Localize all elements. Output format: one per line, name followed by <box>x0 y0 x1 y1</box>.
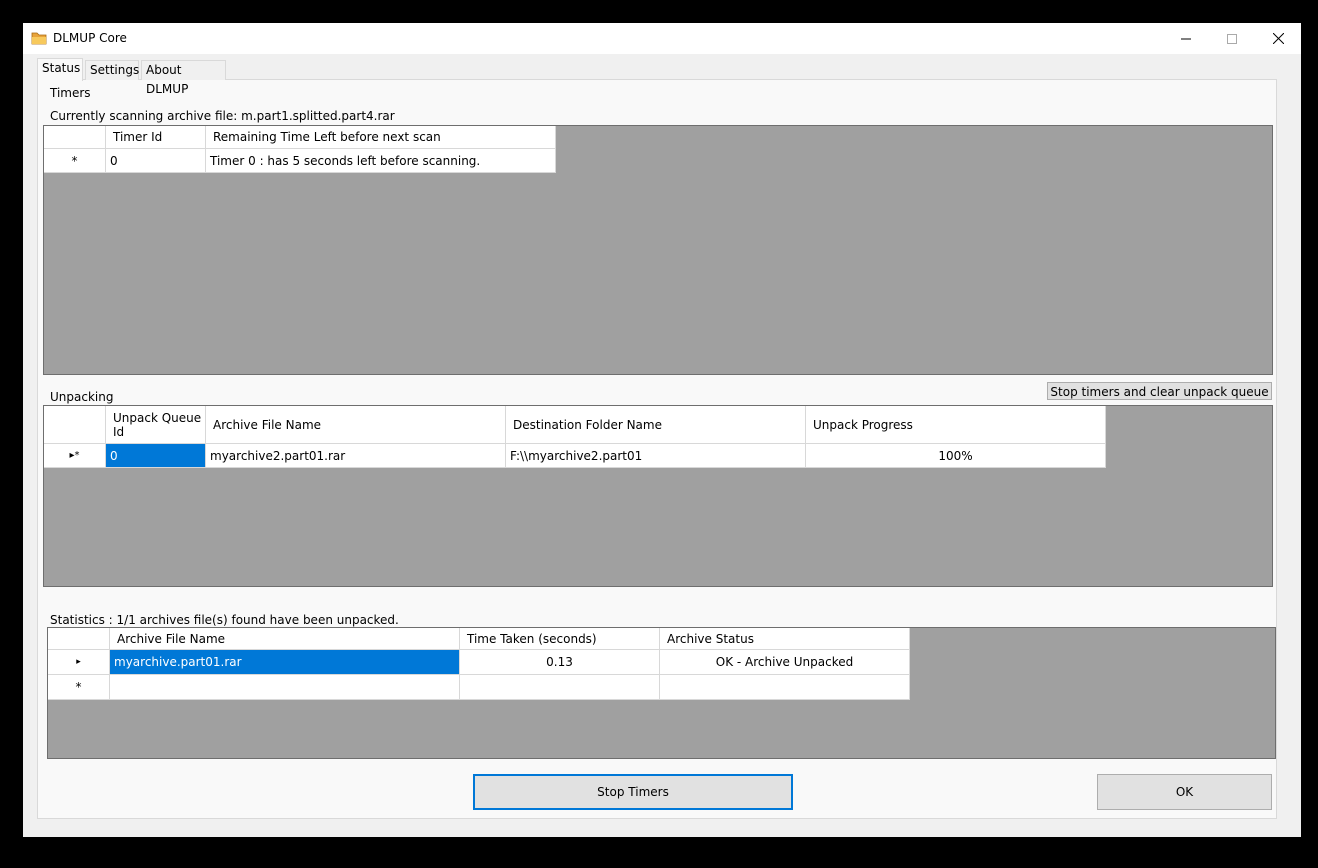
archive-file-cell[interactable]: myarchive2.part01.rar <box>206 444 506 468</box>
title-bar: DLMUP Core <box>23 23 1301 54</box>
statistics-grid[interactable]: Archive File Name Time Taken (seconds) A… <box>47 627 1276 759</box>
column-header[interactable]: Time Taken (seconds) <box>460 628 660 650</box>
unpacking-group-label: Unpacking <box>50 390 114 404</box>
folder-icon <box>31 31 47 45</box>
row-header-current[interactable]: ▸* <box>44 444 106 468</box>
unpack-progress-cell[interactable]: 100% <box>806 444 1106 468</box>
row-header-current[interactable]: ▸ <box>48 650 110 675</box>
tab-settings[interactable]: Settings <box>85 60 139 80</box>
ok-button[interactable]: OK <box>1097 774 1272 810</box>
unpacking-grid[interactable]: Unpack Queue Id Archive File Name Destin… <box>43 405 1273 587</box>
archive-file-cell[interactable] <box>110 675 460 700</box>
archive-status-cell[interactable] <box>660 675 910 700</box>
window-title: DLMUP Core <box>53 31 127 45</box>
close-button[interactable] <box>1255 23 1301 54</box>
minimize-icon <box>1181 38 1191 39</box>
maximize-button[interactable] <box>1209 23 1255 54</box>
timers-group-label: Timers <box>50 86 91 100</box>
archive-status-cell[interactable]: OK - Archive Unpacked <box>660 650 910 675</box>
tab-status[interactable]: Status <box>37 58 83 81</box>
remaining-time-cell[interactable]: Timer 0 : has 5 seconds left before scan… <box>206 149 556 173</box>
column-header[interactable]: Archive Status <box>660 628 910 650</box>
archive-file-cell[interactable]: myarchive.part01.rar <box>110 650 460 675</box>
timers-grid[interactable]: Timer Id Remaining Time Left before next… <box>43 125 1273 375</box>
close-icon <box>1272 33 1284 44</box>
row-header-new[interactable]: * <box>44 149 106 173</box>
row-header-new[interactable]: * <box>48 675 110 700</box>
stop-timers-button-label: Stop Timers <box>597 785 669 799</box>
destination-folder-cell[interactable]: F:\\myarchive2.part01 <box>506 444 806 468</box>
main-window: DLMUP Core Timers Currently scanning arc… <box>23 23 1301 837</box>
grid-corner-header <box>44 126 106 149</box>
ok-button-label: OK <box>1175 785 1194 799</box>
minimize-button[interactable] <box>1163 23 1209 54</box>
status-tab-page: Timers Currently scanning archive file: … <box>37 79 1277 819</box>
timer-id-cell[interactable]: 0 <box>106 149 206 173</box>
time-taken-cell[interactable] <box>460 675 660 700</box>
column-header[interactable]: Remaining Time Left before next scan <box>206 126 556 149</box>
grid-corner-header <box>48 628 110 650</box>
column-header[interactable]: Timer Id <box>106 126 206 149</box>
maximize-icon <box>1227 33 1237 44</box>
column-header[interactable]: Destination Folder Name <box>506 406 806 444</box>
statistics-label: Statistics : 1/1 archives file(s) found … <box>50 613 399 627</box>
tab-about[interactable]: About DLMUP <box>141 60 226 96</box>
stop-and-clear-button-label: Stop timers and clear unpack queue <box>1050 385 1269 399</box>
queue-id-cell[interactable]: 0 <box>106 444 206 468</box>
grid-corner-header <box>44 406 106 444</box>
time-taken-cell[interactable]: 0.13 <box>460 650 660 675</box>
column-header[interactable]: Unpack Queue Id <box>106 406 206 444</box>
stop-and-clear-button[interactable]: Stop timers and clear unpack queue <box>1047 382 1272 400</box>
stop-timers-button[interactable]: Stop Timers <box>473 774 793 810</box>
scanning-label: Currently scanning archive file: m.part1… <box>50 109 395 123</box>
column-header[interactable]: Unpack Progress <box>806 406 1106 444</box>
column-header[interactable]: Archive File Name <box>110 628 460 650</box>
column-header[interactable]: Archive File Name <box>206 406 506 444</box>
